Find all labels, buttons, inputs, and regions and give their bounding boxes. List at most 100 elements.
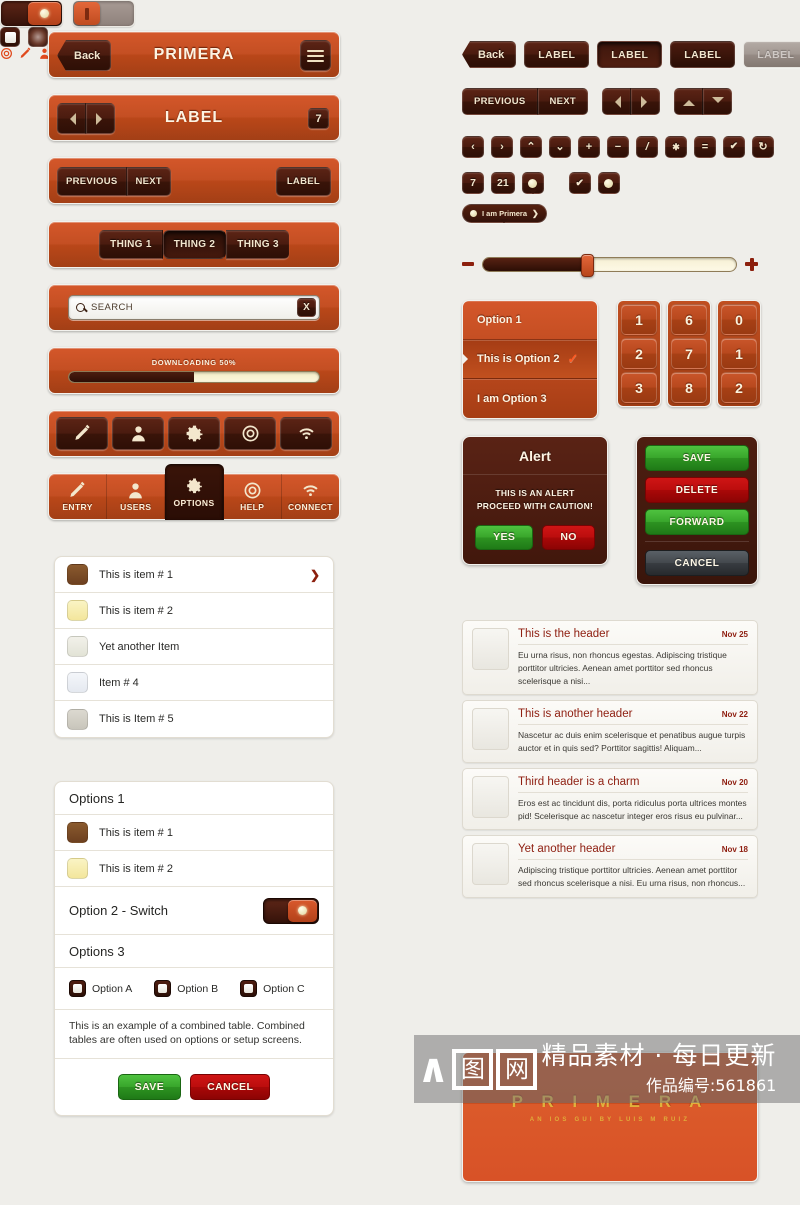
back-button[interactable]: Back: [462, 41, 517, 68]
dot-square-badge[interactable]: [597, 172, 620, 194]
tab-help[interactable]: HELP: [224, 474, 282, 519]
list-item[interactable]: This is item # 2: [55, 593, 333, 629]
option-row-3[interactable]: I am Option 3: [463, 379, 597, 418]
numpad-key[interactable]: 2: [721, 372, 757, 403]
check-icon[interactable]: ✔: [723, 136, 745, 158]
tab-connect[interactable]: CONNECT: [282, 474, 339, 519]
news-item[interactable]: This is the header Nov 25 Eu urna risus,…: [462, 620, 758, 696]
tab-thing-1[interactable]: THING 1: [99, 230, 163, 259]
glow-square-button[interactable]: [28, 27, 48, 47]
cancel-button[interactable]: CANCEL: [190, 1074, 271, 1101]
check-square-badge[interactable]: ✔: [568, 172, 591, 194]
pencil-icon[interactable]: [19, 47, 32, 60]
refresh-icon[interactable]: ↻: [752, 136, 774, 158]
next-button[interactable]: NEXT: [537, 88, 589, 115]
popover-button[interactable]: I am Primera ❯: [462, 204, 547, 223]
prev-next-segment: PREVIOUS NEXT: [462, 88, 589, 115]
slash-icon[interactable]: /: [636, 136, 658, 158]
lifebuoy-icon[interactable]: [0, 47, 13, 60]
slider-knob[interactable]: [580, 253, 594, 277]
wifi-icon[interactable]: [280, 417, 332, 450]
tab-thing-2[interactable]: THING 2: [162, 230, 227, 259]
watermark-text: 精品素材 · 每日更新 作品编号:561861: [541, 1042, 776, 1096]
chevron-left-icon[interactable]: ‹: [462, 136, 484, 158]
triangle-right-icon[interactable]: [631, 88, 661, 115]
list-item-thumbnail: [67, 600, 88, 621]
tab-help-label: HELP: [240, 502, 265, 512]
option-row-2-selected[interactable]: This is Option 2 ✓: [463, 340, 597, 379]
alert-no-button[interactable]: NO: [542, 524, 595, 550]
user-icon[interactable]: [112, 417, 164, 450]
navbar3-right-button[interactable]: LABEL: [275, 167, 331, 196]
chevron-right-icon[interactable]: ›: [491, 136, 513, 158]
checkbox-option-a[interactable]: Option A: [69, 980, 132, 997]
triangle-up-icon[interactable]: [674, 88, 704, 115]
news-item[interactable]: Third header is a charm Nov 20 Eros est …: [462, 767, 758, 831]
checkbox-option-b[interactable]: Option B: [154, 980, 218, 997]
next-button[interactable]: NEXT: [126, 167, 172, 196]
label-button-dark[interactable]: LABEL: [670, 41, 736, 68]
news-item[interactable]: Yet another header Nov 18 Adipiscing tri…: [462, 835, 758, 898]
numpad-key[interactable]: 1: [721, 338, 757, 369]
triangle-down-icon[interactable]: [703, 88, 733, 115]
previous-button[interactable]: PREVIOUS: [462, 88, 538, 115]
toggle-off[interactable]: [72, 0, 135, 27]
chevron-down-icon[interactable]: ⌄: [549, 136, 571, 158]
news-item[interactable]: This is another header Nov 22 Nascetur a…: [462, 700, 758, 763]
sheet-cancel-button[interactable]: CANCEL: [645, 550, 749, 576]
chevron-up-icon[interactable]: ⌃: [520, 136, 542, 158]
news-thumbnail: [472, 775, 509, 818]
list-item-label: Item # 4: [99, 676, 139, 689]
checkbox-option-c[interactable]: Option C: [240, 980, 305, 997]
sheet-forward-button[interactable]: FORWARD: [645, 509, 749, 535]
tab-options[interactable]: OPTIONS: [165, 464, 224, 520]
list-item[interactable]: Yet another Item: [55, 629, 333, 665]
slider-track[interactable]: [482, 253, 737, 277]
minus-icon[interactable]: [462, 262, 474, 266]
progress-bar-container: DOWNLOADING 50%: [48, 347, 340, 394]
list-item[interactable]: This is item # 1: [55, 815, 333, 851]
minus-icon[interactable]: −: [607, 136, 629, 158]
checkbox-label: Option C: [263, 982, 305, 995]
list-item[interactable]: Item # 4: [55, 665, 333, 701]
hamburger-icon[interactable]: [300, 40, 331, 71]
toggle-on[interactable]: [0, 0, 63, 27]
triangle-left-icon[interactable]: [602, 88, 632, 115]
label-button-normal[interactable]: LABEL: [524, 41, 590, 68]
alert-yes-button[interactable]: YES: [475, 524, 534, 550]
option-select-list: Option 1 This is Option 2 ✓ I am Option …: [462, 300, 598, 419]
list-item-label: Yet another Item: [99, 640, 180, 653]
numpad-key[interactable]: 0: [721, 304, 757, 335]
search-input[interactable]: SEARCH X: [68, 295, 320, 320]
option-row-1[interactable]: Option 1: [463, 301, 597, 340]
save-button[interactable]: SAVE: [117, 1074, 182, 1101]
numpad-key[interactable]: 1: [621, 304, 657, 335]
plus-icon[interactable]: [745, 257, 758, 271]
tab-thing-3[interactable]: THING 3: [226, 230, 289, 259]
numpad-key[interactable]: 2: [621, 338, 657, 369]
option-2-switch[interactable]: [263, 897, 319, 924]
numpad-key[interactable]: 3: [621, 372, 657, 403]
list-item[interactable]: This is item # 1 ❯: [55, 557, 333, 593]
list-item[interactable]: This is item # 2: [55, 851, 333, 887]
equals-icon[interactable]: =: [694, 136, 716, 158]
lifebuoy-icon[interactable]: [224, 417, 276, 450]
numpad-key[interactable]: 7: [671, 338, 707, 369]
sheet-save-button[interactable]: SAVE: [645, 445, 749, 471]
sheet-delete-button[interactable]: DELETE: [645, 477, 749, 503]
previous-button[interactable]: PREVIOUS: [57, 167, 127, 196]
asterisk-icon[interactable]: ✱: [665, 136, 687, 158]
news-date: Nov 22: [721, 710, 748, 720]
tab-users[interactable]: USERS: [107, 474, 166, 519]
label-button-pressed[interactable]: LABEL: [597, 41, 663, 68]
progress-track: [68, 371, 320, 383]
list-item[interactable]: This is Item # 5: [55, 701, 333, 737]
tab-entry[interactable]: ENTRY: [49, 474, 108, 519]
plus-icon[interactable]: +: [578, 136, 600, 158]
clear-search-icon[interactable]: X: [297, 298, 316, 317]
pencil-icon[interactable]: [56, 417, 108, 450]
numpad-key[interactable]: 8: [671, 372, 707, 403]
numpad-key[interactable]: 6: [671, 304, 707, 335]
gear-icon[interactable]: [168, 417, 220, 450]
white-square-button[interactable]: [0, 27, 20, 47]
